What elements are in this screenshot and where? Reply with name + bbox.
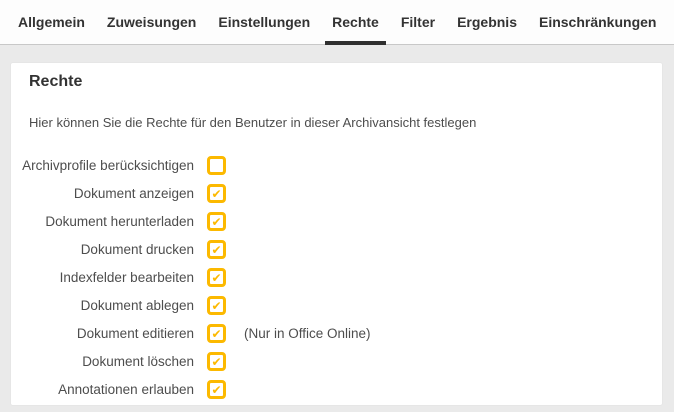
page-title: Rechte (29, 73, 83, 90)
rights-row-archivprofile: Archivprofile berücksichtigen (19, 156, 644, 175)
tab-filter[interactable]: Filter (390, 0, 446, 44)
checkbox-label: Dokument drucken (80, 241, 194, 257)
tab-zuweisungen[interactable]: Zuweisungen (96, 0, 207, 44)
archivprofile-checkbox[interactable] (207, 156, 226, 175)
indexfelder-bearbeiten-checkbox[interactable] (207, 268, 226, 287)
dokument-editieren-checkbox[interactable] (207, 324, 226, 343)
checkbox-label: Dokument herunterladen (45, 213, 194, 229)
rights-row-anzeigen: Dokument anzeigen (19, 184, 644, 203)
rights-row-herunterladen: Dokument herunterladen (19, 212, 644, 231)
tab-einschraenkungen[interactable]: Einschränkungen (528, 0, 667, 44)
rights-panel: Rechte Hier können Sie die Rechte für de… (10, 62, 663, 406)
tab-bar: Allgemein Zuweisungen Einstellungen Rech… (0, 0, 674, 45)
dokument-anzeigen-checkbox[interactable] (207, 184, 226, 203)
checkbox-label: Archivprofile berücksichtigen (22, 157, 194, 173)
checkbox-label: Indexfelder bearbeiten (59, 269, 194, 285)
checkbox-label: Annotationen erlauben (58, 381, 194, 397)
tab-rechte[interactable]: Rechte (321, 0, 390, 45)
rights-settings-page: Allgemein Zuweisungen Einstellungen Rech… (0, 0, 674, 412)
checkbox-label: Dokument ablegen (80, 297, 194, 313)
rights-row-annotationen: Annotationen erlauben (19, 380, 644, 399)
dokument-loeschen-checkbox[interactable] (207, 352, 226, 371)
dokument-drucken-checkbox[interactable] (207, 240, 226, 259)
rights-row-ablegen: Dokument ablegen (19, 296, 644, 315)
panel-description: Hier können Sie die Rechte für den Benut… (29, 115, 477, 130)
rights-row-loeschen: Dokument löschen (19, 352, 644, 371)
tab-einstellungen[interactable]: Einstellungen (207, 0, 321, 44)
rights-row-indexfelder: Indexfelder bearbeiten (19, 268, 644, 287)
office-online-note: (Nur in Office Online) (244, 326, 371, 341)
rights-row-drucken: Dokument drucken (19, 240, 644, 259)
checkbox-label: Dokument löschen (82, 353, 194, 369)
checkbox-label: Dokument editieren (76, 325, 194, 341)
dokument-ablegen-checkbox[interactable] (207, 296, 226, 315)
dokument-herunterladen-checkbox[interactable] (207, 212, 226, 231)
checkbox-label: Dokument anzeigen (73, 185, 194, 201)
tab-allgemein[interactable]: Allgemein (7, 0, 96, 44)
annotationen-erlauben-checkbox[interactable] (207, 380, 226, 399)
rights-row-editieren: Dokument editieren (Nur in Office Online… (19, 324, 644, 343)
rights-list: Archivprofile berücksichtigen Dokument a… (19, 156, 644, 399)
tab-ergebnis[interactable]: Ergebnis (446, 0, 528, 44)
